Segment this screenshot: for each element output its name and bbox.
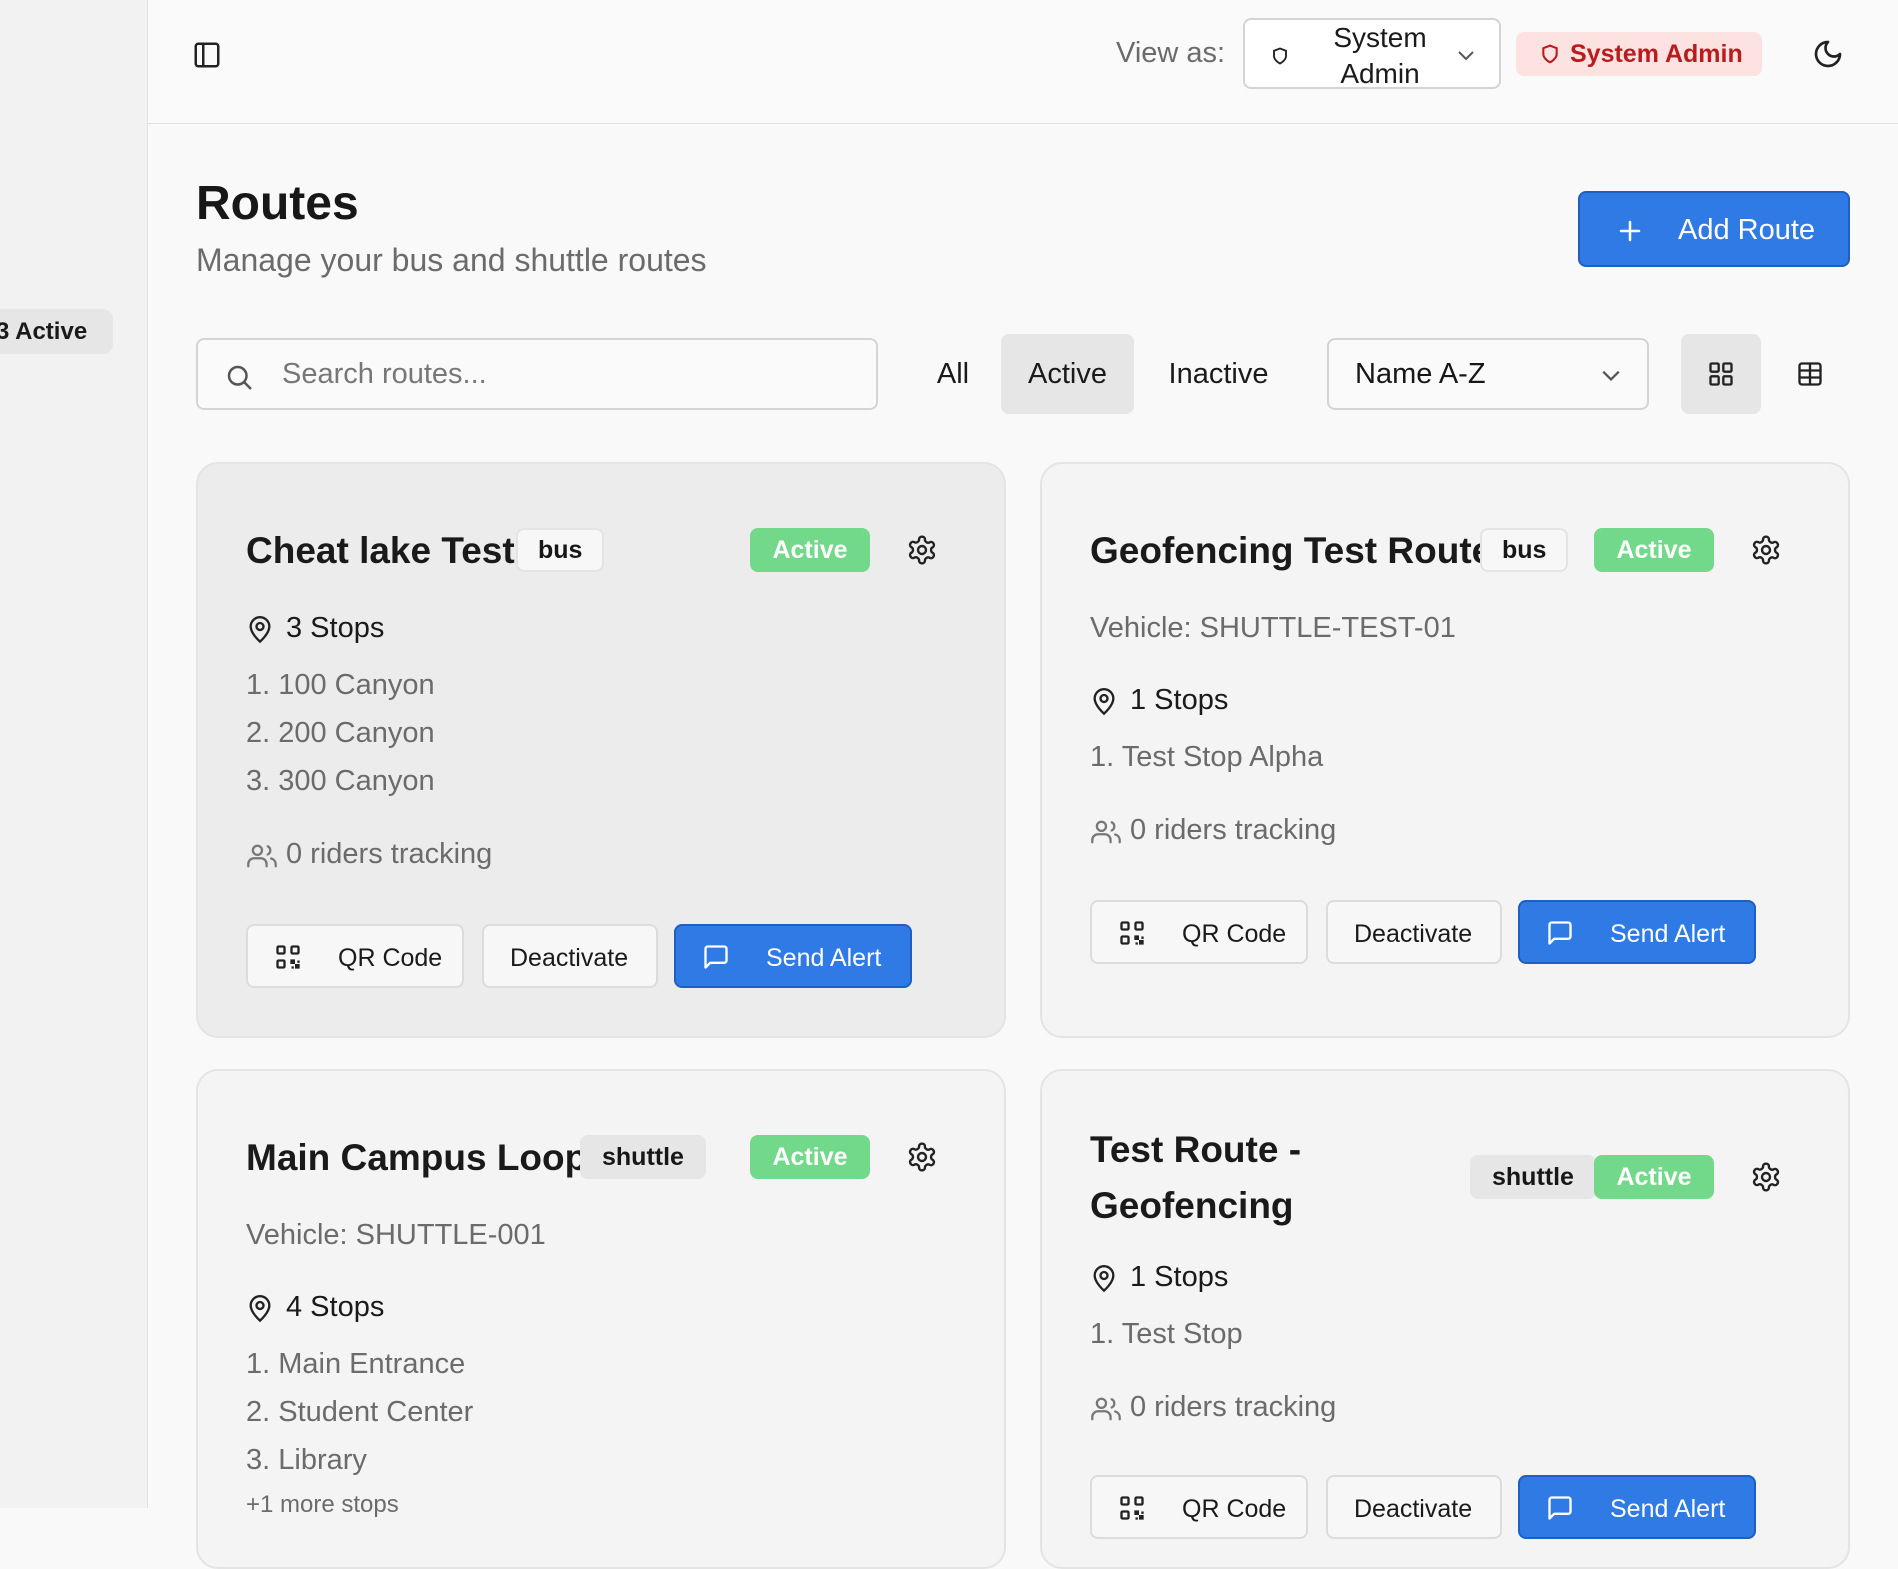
sidebar: 3 Active (0, 0, 148, 1508)
qr-code-button[interactable]: QR Code (1090, 900, 1308, 964)
status-badge: Active (750, 1135, 870, 1179)
search-box (196, 338, 878, 410)
moon-icon[interactable] (1812, 38, 1844, 70)
stop-item: 2. 200 Canyon (246, 717, 435, 749)
map-pin-icon (246, 614, 274, 646)
send-alert-button[interactable]: Send Alert (1518, 900, 1756, 964)
search-input[interactable] (280, 352, 840, 396)
gear-icon[interactable] (1750, 1161, 1782, 1193)
stop-item: 3. Library (246, 1444, 367, 1476)
send-alert-button[interactable]: Send Alert (1518, 1475, 1756, 1539)
gear-icon[interactable] (906, 1141, 938, 1173)
users-icon (246, 842, 278, 870)
route-type-badge: shuttle (580, 1135, 706, 1179)
role-select-value: System Admin (1333, 22, 1427, 89)
more-stops-label: +1 more stops (246, 1491, 399, 1518)
route-name-line-1: Test Route - (1090, 1129, 1302, 1170)
message-icon (1546, 1494, 1574, 1522)
sort-select[interactable]: Name A-Z (1327, 338, 1649, 410)
chevron-down-icon (1458, 51, 1474, 61)
route-name: Cheat lake Test (246, 530, 515, 571)
grid-icon (1709, 362, 1733, 386)
add-route-label: Add Route (1678, 214, 1816, 246)
status-badge: Active (1594, 1155, 1714, 1199)
route-card[interactable]: Test Route - Geofencing shuttle Active 1… (1040, 1069, 1850, 1569)
qr-code-icon (1118, 1494, 1146, 1522)
status-badge: Active (1594, 528, 1714, 572)
filter-tab-all[interactable]: All (915, 334, 991, 414)
top-header: View as: System Admin System Admin (148, 0, 1898, 124)
gear-icon[interactable] (906, 534, 938, 566)
qr-code-button[interactable]: QR Code (246, 924, 464, 988)
stop-item: 1. Test Stop Alpha (1090, 741, 1324, 773)
map-pin-icon (1090, 1263, 1118, 1295)
vehicle-label: Vehicle: SHUTTLE-001 (246, 1219, 546, 1251)
view-as-label: View as: (1116, 37, 1226, 69)
grid-view-button[interactable] (1681, 334, 1761, 414)
status-badge: Active (750, 528, 870, 572)
page-title: Routes (196, 177, 359, 230)
send-alert-button[interactable]: Send Alert (674, 924, 912, 988)
shield-icon (1273, 47, 1287, 65)
route-name: Geofencing Test Route (1090, 530, 1493, 571)
route-card[interactable]: Cheat lake Test bus Active 3 Stops 1. 10… (196, 462, 1006, 1038)
route-type-badge: bus (1480, 528, 1569, 572)
route-type-badge: bus (516, 528, 605, 572)
filter-tab-active[interactable]: Active (1001, 334, 1134, 414)
sidebar-toggle-icon[interactable] (192, 40, 222, 70)
filter-tab-inactive[interactable]: Inactive (1150, 334, 1287, 414)
search-icon (227, 365, 252, 390)
plus-icon (1619, 220, 1641, 242)
map-pin-icon (246, 1293, 274, 1325)
qr-code-button[interactable]: QR Code (1090, 1475, 1308, 1539)
table-icon (1798, 362, 1822, 386)
shield-icon (1542, 44, 1558, 64)
table-view-button[interactable] (1770, 334, 1850, 414)
route-name: Main Campus Loop (246, 1137, 588, 1178)
message-icon (1546, 919, 1574, 947)
route-name-line-2: Geofencing (1090, 1185, 1294, 1226)
message-icon (702, 943, 730, 971)
stop-item: 1. 100 Canyon (246, 669, 435, 701)
deactivate-button[interactable]: Deactivate (1326, 1475, 1502, 1539)
route-type-badge: shuttle (1470, 1155, 1596, 1199)
stop-item: 3. 300 Canyon (246, 765, 435, 797)
users-icon (1090, 818, 1122, 846)
stop-item: 1. Test Stop (1090, 1318, 1243, 1350)
deactivate-button[interactable]: Deactivate (482, 924, 658, 988)
qr-code-icon (1118, 919, 1146, 947)
add-route-button[interactable]: Add Route (1578, 191, 1850, 267)
route-card[interactable]: Geofencing Test Route bus Active Vehicle… (1040, 462, 1850, 1038)
gear-icon[interactable] (1750, 534, 1782, 566)
chevron-down-icon (1602, 370, 1620, 382)
map-pin-icon (1090, 686, 1118, 718)
route-card[interactable]: Main Campus Loop shuttle Active Vehicle:… (196, 1069, 1006, 1569)
stop-item: 2. Student Center (246, 1396, 474, 1428)
role-badge-label: System Admin (1570, 40, 1743, 68)
stop-item: 1. Main Entrance (246, 1348, 466, 1380)
active-count-badge: 3 Active (0, 309, 113, 354)
page-subtitle: Manage your bus and shuttle routes (196, 242, 707, 278)
sort-select-value: Name A-Z (1355, 358, 1486, 390)
vehicle-label: Vehicle: SHUTTLE-TEST-01 (1090, 612, 1456, 644)
deactivate-button[interactable]: Deactivate (1326, 900, 1502, 964)
role-badge: System Admin (1516, 32, 1762, 76)
users-icon (1090, 1395, 1122, 1423)
role-select[interactable]: System Admin (1243, 18, 1501, 89)
qr-code-icon (274, 943, 302, 971)
